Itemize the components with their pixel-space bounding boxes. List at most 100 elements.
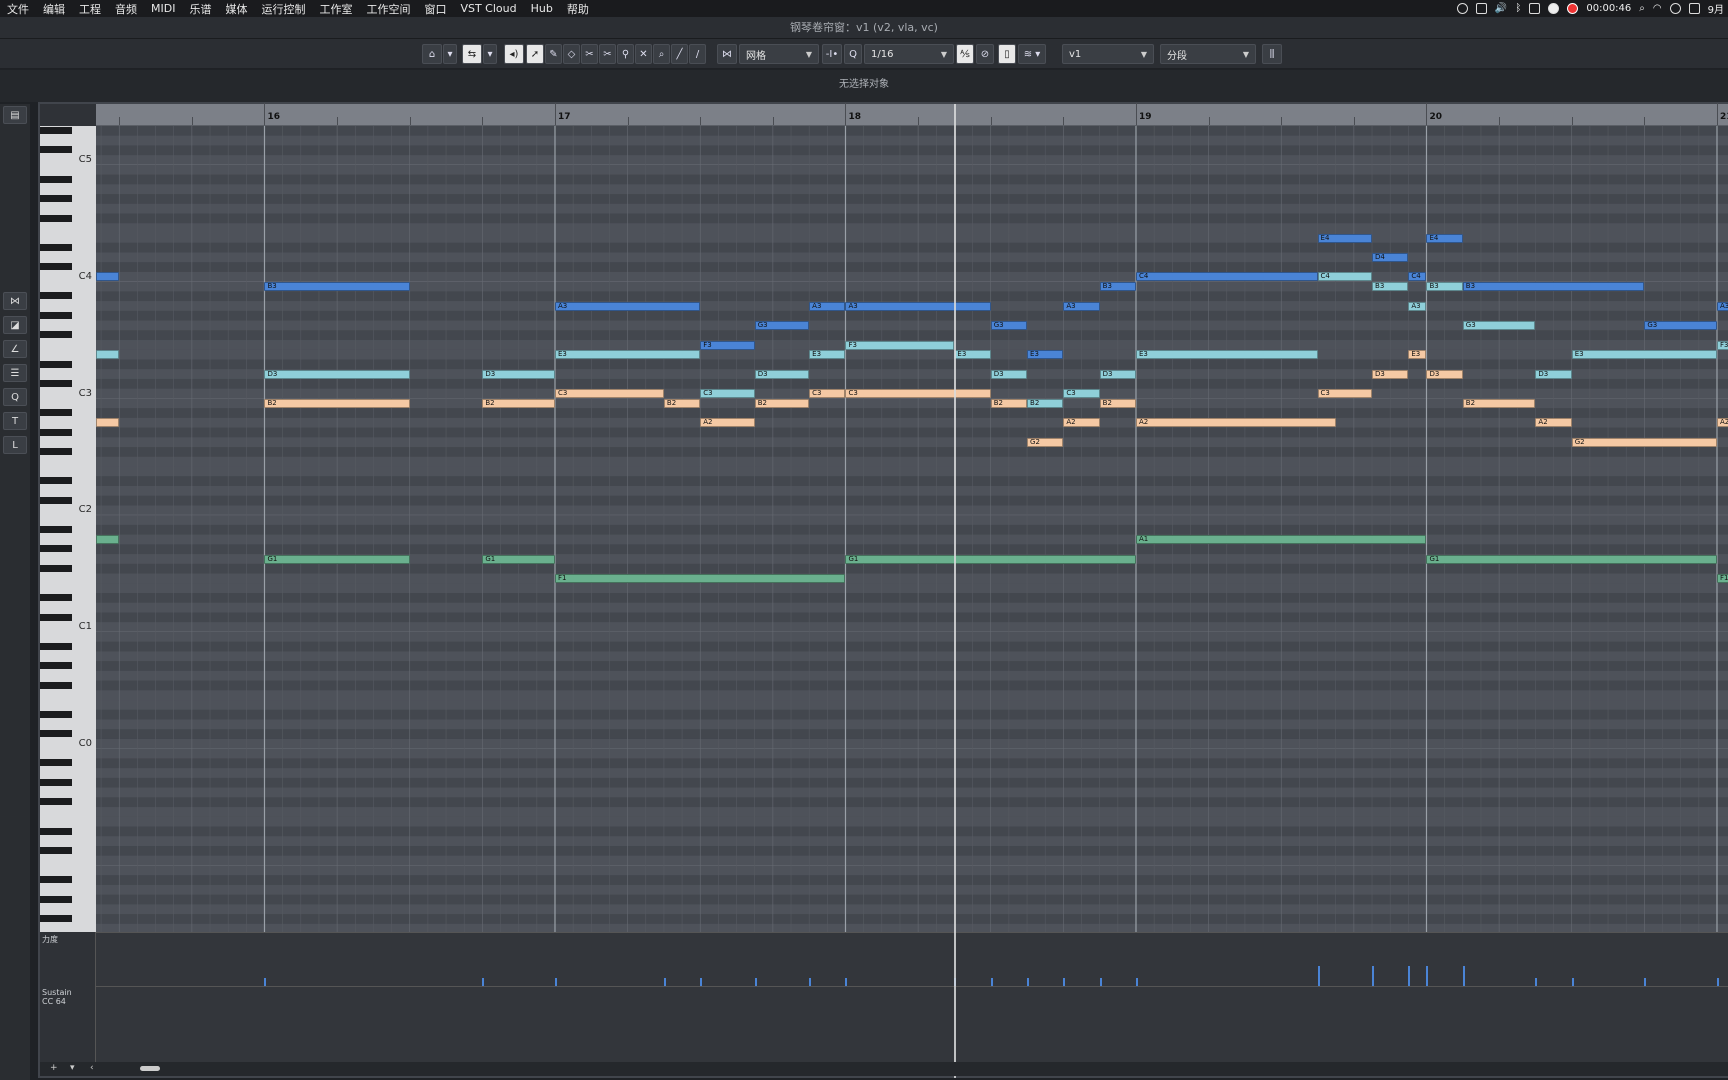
midi-note[interactable]: D3 (264, 369, 410, 379)
menu-workspaces[interactable]: 工作空间 (359, 1, 417, 17)
velocity-bar[interactable] (1408, 966, 1411, 986)
midi-note[interactable] (96, 418, 120, 428)
midi-note[interactable]: C4 (1317, 272, 1373, 282)
step-input-icon[interactable]: ⫼ (1262, 44, 1282, 64)
zoom-tool-icon[interactable]: ⌕ (653, 44, 670, 64)
velocity-lane-header[interactable]: 力度 (40, 932, 96, 986)
black-key[interactable] (40, 477, 72, 485)
midi-note[interactable]: G3 (754, 321, 810, 331)
menu-media[interactable]: 媒体 (218, 1, 254, 17)
midi-note[interactable]: B2 (1099, 398, 1136, 408)
black-key[interactable] (40, 895, 72, 903)
edit-mode-select[interactable]: 分段 ▼ (1160, 44, 1256, 64)
pause-icon[interactable] (1548, 3, 1560, 14)
track-select[interactable]: v1 ▼ (1062, 44, 1154, 64)
sustain-lane-header[interactable]: Sustain CC 64 (40, 986, 96, 1064)
quantize-select[interactable]: 1/16 ▼ (864, 44, 954, 64)
black-key[interactable] (40, 642, 72, 650)
midi-note[interactable]: C3 (1317, 389, 1373, 399)
midi-note[interactable]: E3 (1135, 350, 1318, 360)
midi-note[interactable]: B3 (264, 282, 410, 292)
midi-note[interactable]: G2 (1571, 437, 1717, 447)
black-key[interactable] (40, 127, 72, 134)
midi-note[interactable]: A3 (809, 301, 846, 311)
midi-note[interactable]: A3 (1408, 301, 1427, 311)
menu-studio[interactable]: 工作室 (312, 1, 359, 17)
midi-note[interactable]: F3 (845, 340, 955, 350)
split-tool-icon[interactable]: ✂ (599, 44, 616, 64)
midi-note[interactable]: G1 (1426, 554, 1717, 564)
velocity-bar[interactable] (1317, 966, 1320, 986)
black-key[interactable] (40, 175, 72, 183)
midi-note[interactable]: C4 (1135, 272, 1318, 282)
midi-note[interactable]: G1 (264, 554, 410, 564)
midi-note[interactable]: A3 (1063, 301, 1100, 311)
black-key[interactable] (40, 263, 72, 271)
black-key[interactable] (40, 331, 72, 339)
midi-note[interactable]: E3 (1571, 350, 1717, 360)
snap-icon[interactable]: ⋈ (717, 44, 737, 64)
menu-help[interactable]: 帮助 (560, 1, 596, 17)
midi-note[interactable]: E3 (1408, 350, 1427, 360)
velocity-bar[interactable] (845, 978, 848, 986)
black-key[interactable] (40, 428, 72, 436)
midi-note[interactable]: A3 (1716, 301, 1728, 311)
midi-note[interactable]: C3 (845, 389, 991, 399)
midi-note[interactable]: F1 (554, 574, 846, 584)
lane-menu-icon[interactable]: ▾ (70, 1063, 75, 1073)
velocity-bar[interactable] (1716, 978, 1719, 986)
user-icon[interactable] (1669, 3, 1681, 14)
midi-note[interactable]: E4 (1317, 233, 1373, 243)
velocity-bar[interactable] (264, 978, 267, 986)
black-key[interactable] (40, 409, 72, 417)
velocity-bar[interactable] (754, 978, 757, 986)
midi-note[interactable]: C3 (809, 389, 846, 399)
display-icon[interactable] (1475, 3, 1487, 14)
menu-hub[interactable]: Hub (524, 2, 560, 15)
snap-to-zero-icon[interactable]: -I• (822, 44, 842, 64)
midi-note[interactable]: D3 (1372, 369, 1409, 379)
midi-note[interactable]: A2 (1063, 418, 1100, 428)
velocity-bar[interactable] (809, 978, 812, 986)
midi-note[interactable] (96, 535, 120, 545)
midi-note[interactable]: B3 (1462, 282, 1645, 292)
quantize-preset-icon[interactable]: ⊘ (976, 44, 994, 64)
midi-note[interactable]: B2 (754, 398, 810, 408)
length-icon[interactable]: L (3, 436, 27, 454)
midi-note[interactable]: B2 (1462, 398, 1536, 408)
midi-note[interactable]: D3 (754, 369, 810, 379)
line-tool-icon[interactable]: ╱ (671, 44, 688, 64)
midi-note[interactable]: F3 (700, 340, 755, 350)
black-key[interactable] (40, 710, 72, 718)
record-icon[interactable] (1567, 3, 1579, 14)
velocity-bar[interactable] (482, 978, 485, 986)
midi-note[interactable]: G2 (1027, 437, 1064, 447)
midi-note[interactable]: D3 (482, 369, 555, 379)
midi-note[interactable]: E4 (1426, 233, 1463, 243)
quantize-icon[interactable]: Q (844, 44, 862, 64)
sustain-lane[interactable] (96, 986, 1728, 1064)
midi-note[interactable]: D4 (1372, 252, 1409, 262)
midi-note[interactable]: A2 (700, 418, 755, 428)
black-key[interactable] (40, 730, 72, 738)
menu-vst-cloud[interactable]: VST Cloud (453, 2, 523, 15)
menu-file[interactable]: 文件 (0, 1, 36, 17)
velocity-bar[interactable] (1644, 978, 1647, 986)
midi-note[interactable]: G3 (990, 321, 1028, 331)
black-key[interactable] (40, 496, 72, 504)
speaker-icon[interactable]: ◂) (504, 44, 524, 64)
velocity-bar[interactable] (990, 978, 993, 986)
midi-note[interactable]: B3 (1099, 282, 1136, 292)
controller-icon[interactable]: ☰ (3, 364, 27, 382)
midi-note[interactable]: B3 (1372, 282, 1409, 292)
black-key[interactable] (40, 292, 72, 300)
midi-note[interactable]: B2 (1027, 398, 1064, 408)
tempo-icon[interactable]: ⋈ (3, 292, 27, 310)
inspector-icon[interactable]: ▤ (3, 106, 27, 124)
velocity-bar[interactable] (1063, 978, 1066, 986)
pencil-tool-icon[interactable]: ✎ (545, 44, 562, 64)
autoscroll-icon[interactable]: ⇆ (462, 44, 482, 64)
black-key[interactable] (40, 146, 72, 154)
midi-note[interactable]: G3 (1462, 321, 1536, 331)
control-center-icon[interactable] (1688, 3, 1700, 14)
